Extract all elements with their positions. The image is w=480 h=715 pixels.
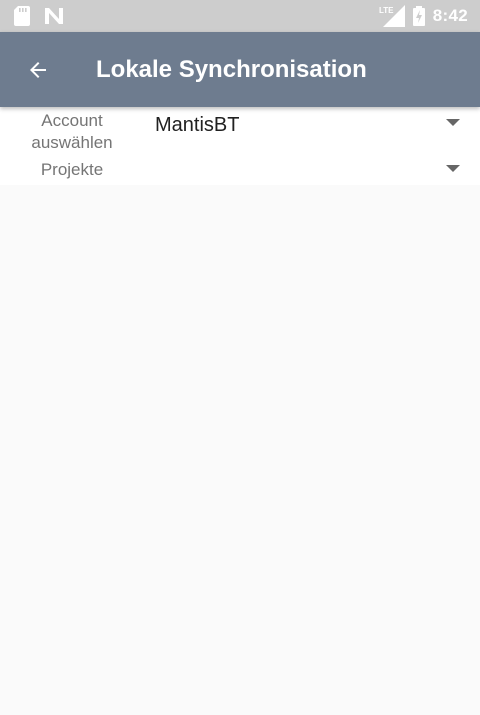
back-button[interactable] — [8, 40, 68, 100]
status-time: 8:42 — [432, 6, 468, 25]
account-selected-value: MantisBT — [155, 114, 240, 136]
lte-signal-icon: LTE — [379, 5, 405, 27]
sd-card-icon — [14, 6, 30, 26]
status-right-icons: LTE 8:42 — [379, 5, 468, 27]
account-label: Account auswählen — [31, 111, 113, 152]
svg-text:LTE: LTE — [379, 6, 394, 15]
projects-spinner[interactable] — [150, 159, 466, 185]
status-left-icons — [14, 6, 64, 26]
dropdown-arrow-icon — [446, 165, 460, 173]
dropdown-arrow-icon — [446, 119, 460, 127]
app-bar: Lokale Synchronisation — [0, 32, 480, 107]
account-row: Account auswählen MantisBT — [0, 109, 480, 157]
projects-row: Projekte — [0, 159, 480, 185]
battery-charging-icon — [412, 6, 425, 26]
account-spinner[interactable]: MantisBT — [150, 109, 466, 157]
sync-form: Account auswählen MantisBT Projekte — [0, 107, 480, 185]
page-title: Lokale Synchronisation — [96, 55, 367, 83]
status-bar: LTE 8:42 — [0, 0, 480, 32]
projects-label: Projekte — [40, 160, 104, 179]
n-notification-icon — [44, 7, 64, 25]
arrow-back-icon — [26, 58, 50, 82]
